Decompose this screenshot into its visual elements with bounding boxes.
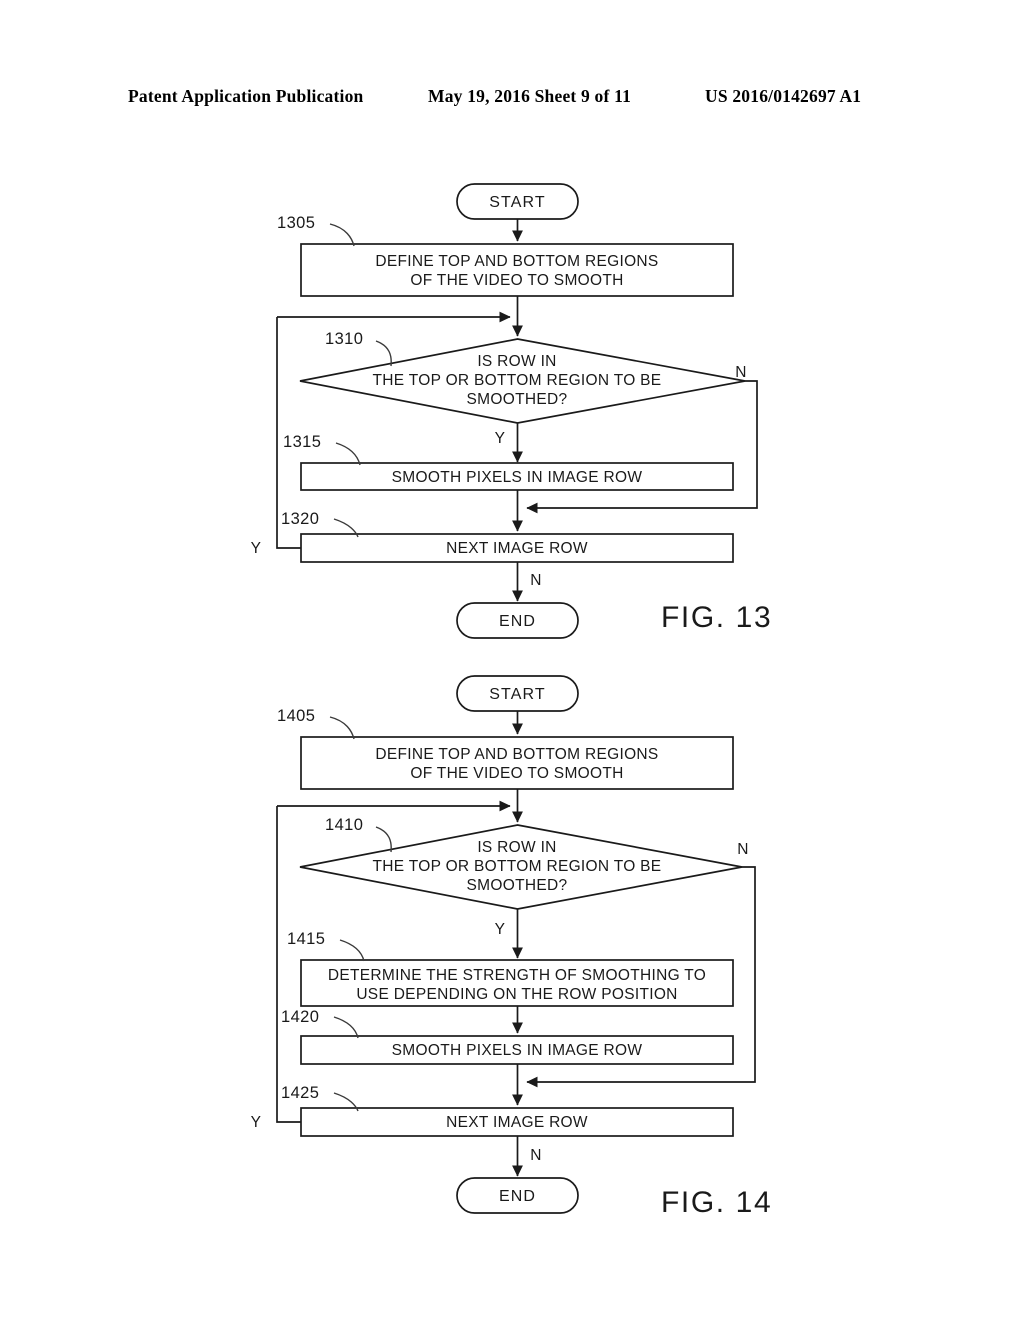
fig13-decision-1310-line3: SMOOTHED? (467, 391, 568, 408)
fig13-process-1305-line2: OF THE VIDEO TO SMOOTH (410, 272, 623, 289)
fig14-process-1420-line1: SMOOTH PIXELS IN IMAGE ROW (392, 1042, 643, 1059)
fig14-decision-1410-line2: THE TOP OR BOTTOM REGION TO BE (373, 858, 662, 875)
fig13-caption: FIG. 13 (661, 601, 772, 634)
fig14-decision-1410-line1: IS ROW IN (477, 839, 556, 856)
fig13-ref-1310: 1310 (325, 330, 363, 348)
fig14-process-1425-line1: NEXT IMAGE ROW (446, 1114, 588, 1131)
figures-canvas: START DEFINE TOP AND BOTTOM REGIONS OF T… (251, 183, 772, 1219)
fig14-ref-1415: 1415 (287, 930, 325, 948)
fig14-loopback-rail (276, 806, 301, 1123)
figure-14: START DEFINE TOP AND BOTTOM REGIONS OF T… (251, 675, 772, 1219)
fig13-loop-yes-label: Y (251, 540, 262, 557)
fig14-process-1415-line1: DETERMINE THE STRENGTH OF SMOOTHING TO (328, 967, 706, 984)
fig13-decision-yes-label: Y (495, 430, 506, 447)
fig14-ref-1405: 1405 (277, 707, 315, 725)
fig14-decision-1410-line3: SMOOTHED? (467, 877, 568, 894)
fig13-leader-1315 (335, 442, 361, 466)
fig13-decision-1310-line1: IS ROW IN (477, 353, 556, 370)
fig14-process-1415-line2: USE DEPENDING ON THE ROW POSITION (356, 986, 677, 1003)
fig13-leader-1305 (329, 223, 355, 247)
fig14-leader-1420 (333, 1016, 359, 1039)
fig13-process-1320-line1: NEXT IMAGE ROW (446, 540, 588, 557)
fig14-leader-1410 (375, 826, 392, 853)
fig13-end-label: END (499, 613, 536, 630)
fig14-ref-1425: 1425 (281, 1084, 319, 1102)
fig14-process-1405-line2: OF THE VIDEO TO SMOOTH (410, 765, 623, 782)
fig14-ref-1410: 1410 (325, 816, 363, 834)
fig14-caption: FIG. 14 (661, 1186, 772, 1219)
fig13-decision-no-label: N (735, 364, 747, 381)
fig13-ref-1320: 1320 (281, 510, 319, 528)
figure-13: START DEFINE TOP AND BOTTOM REGIONS OF T… (251, 183, 772, 639)
fig14-leader-1405 (329, 716, 355, 740)
fig14-loop-yes-label: Y (251, 1114, 262, 1131)
fig13-exit-no-label: N (530, 572, 542, 589)
fig14-exit-no-label: N (530, 1147, 542, 1164)
fig13-decision-1310-line2: THE TOP OR BOTTOM REGION TO BE (373, 372, 662, 389)
fig14-start-label: START (489, 686, 545, 703)
fig13-ref-1315: 1315 (283, 433, 321, 451)
patent-drawing-page: Patent Application Publication May 19, 2… (0, 0, 1024, 1320)
fig13-start-label: START (489, 194, 545, 211)
fig14-decision-no-label: N (737, 841, 749, 858)
fig14-ref-1420: 1420 (281, 1008, 319, 1026)
fig14-decision-yes-label: Y (495, 921, 506, 938)
fig13-process-1315-line1: SMOOTH PIXELS IN IMAGE ROW (392, 469, 643, 486)
fig13-process-1305-line1: DEFINE TOP AND BOTTOM REGIONS (375, 253, 658, 270)
fig14-leader-1415 (339, 939, 365, 962)
fig14-process-1405-line1: DEFINE TOP AND BOTTOM REGIONS (375, 746, 658, 763)
fig14-end-label: END (499, 1188, 536, 1205)
fig13-leader-1310 (375, 340, 392, 367)
fig13-ref-1305: 1305 (277, 214, 315, 232)
